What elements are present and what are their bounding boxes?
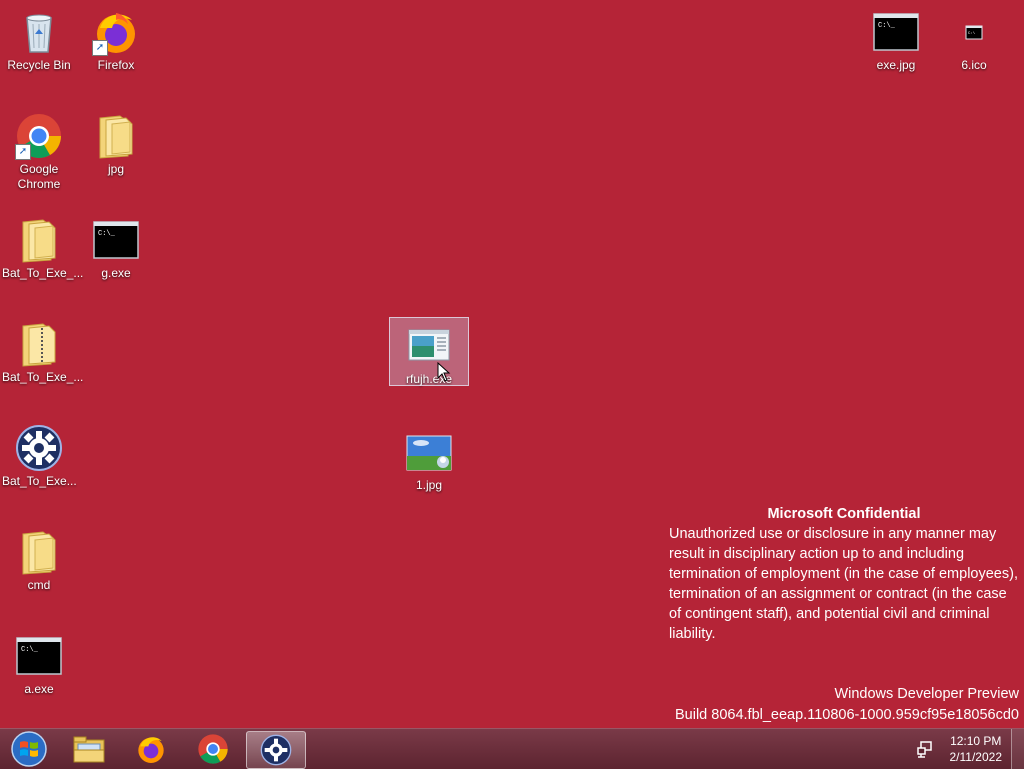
clock-time: 12:10 PM (950, 734, 1002, 748)
file-explorer-icon (73, 736, 105, 763)
a-exe-icon-tile[interactable]: C:\_ a.exe (0, 628, 78, 697)
image-thumbnail-icon (405, 428, 453, 476)
bat-to-exe-zip-label: Bat_To_Exe_... (2, 370, 84, 384)
firefox-taskbar-button[interactable] (122, 731, 180, 767)
folder-icon (92, 112, 140, 160)
file-explorer-taskbar-button[interactable] (60, 731, 118, 767)
svg-text:C:\_: C:\_ (21, 646, 39, 654)
show-desktop-button[interactable] (1011, 729, 1024, 769)
jpg-folder-icon-tile[interactable]: jpg (77, 108, 155, 177)
firefox-icon (138, 737, 164, 763)
bat-to-exe-folder-label: Bat_To_Exe_... (2, 266, 84, 280)
chrome-icon (198, 734, 228, 764)
firefox-desktop-icon-tile[interactable]: ➚ Firefox (77, 4, 155, 73)
taskbar-clock[interactable]: 12:10 PM 2/11/2022 (950, 733, 1003, 765)
network-tray-icon[interactable] (916, 740, 934, 758)
firefox-icon: ➚ (92, 8, 140, 56)
firefox-label: Firefox (97, 58, 135, 72)
shortcut-arrow-icon: ➚ (92, 40, 108, 56)
folder-icon (15, 528, 63, 576)
build-watermark: Windows Developer Preview Build 8064.fbl… (675, 684, 1019, 726)
start-button[interactable] (0, 731, 58, 767)
cmd-folder-label: cmd (27, 578, 51, 592)
a-exe-label: a.exe (24, 682, 54, 696)
cmd-folder-icon-tile[interactable]: cmd (0, 524, 78, 593)
google-chrome-icon-tile[interactable]: ➚ Google Chrome (0, 108, 78, 192)
confidential-notice: Microsoft Confidential Unauthorized use … (669, 504, 1019, 644)
recycle-bin-icon (15, 8, 63, 56)
g-exe-label: g.exe (101, 266, 131, 280)
bat-to-exe-app-icon-tile[interactable]: Bat_To_Exe... (0, 420, 78, 489)
clock-date: 2/11/2022 (949, 750, 1003, 764)
taskbar: 12:10 PM 2/11/2022 (0, 728, 1024, 769)
svg-text:C:\_: C:\_ (878, 22, 896, 30)
recycle-bin-icon-tile[interactable]: Recycle Bin (0, 4, 78, 73)
confidential-body: Unauthorized use or disclosure in any ma… (669, 526, 1018, 642)
6-ico-label: 6.ico (961, 58, 987, 72)
os-name-text: Windows Developer Preview (834, 686, 1019, 702)
console-small-icon: C:\ (950, 8, 998, 56)
exe-jpg-label: exe.jpg (876, 58, 916, 72)
google-chrome-label: Google Chrome (17, 162, 61, 191)
rfujh-exe-label: rfujh.exe (405, 372, 453, 386)
bat-to-exe-folder-icon-tile[interactable]: Bat_To_Exe_... (0, 212, 84, 281)
exe-jpg-icon-tile[interactable]: C:\_ exe.jpg (857, 4, 935, 73)
bat-to-exe-app-label: Bat_To_Exe... (2, 474, 77, 488)
build-string-text: Build 8064.fbl_eeap.110806-1000.959cf95e… (674, 707, 1019, 723)
zip-folder-icon (15, 320, 63, 368)
gear-icon (260, 734, 292, 766)
bat-to-exe-zip-icon-tile[interactable]: Bat_To_Exe_... (0, 316, 84, 385)
mouse-cursor-icon (437, 361, 451, 387)
chrome-taskbar-button[interactable] (184, 731, 242, 767)
gear-icon (15, 424, 63, 472)
console-app-icon: C:\_ (15, 632, 63, 680)
shortcut-arrow-icon: ➚ (15, 144, 31, 160)
console-app-icon: C:\_ (872, 8, 920, 56)
1-jpg-label: 1.jpg (415, 478, 443, 492)
windows-logo-icon (11, 731, 47, 767)
rfujh-exe-icon-tile[interactable]: rfujh.exe (389, 317, 469, 386)
bat-to-exe-taskbar-button[interactable] (246, 731, 306, 769)
console-app-icon: C:\_ (92, 216, 140, 264)
1-jpg-icon-tile[interactable]: 1.jpg (390, 424, 468, 493)
recycle-bin-label: Recycle Bin (7, 58, 71, 72)
chrome-icon: ➚ (15, 112, 63, 160)
svg-text:C:\: C:\ (968, 31, 976, 36)
6-ico-icon-tile[interactable]: C:\ 6.ico (935, 4, 1013, 73)
g-exe-icon-tile[interactable]: C:\_ g.exe (77, 212, 155, 281)
jpg-folder-label: jpg (107, 162, 124, 176)
svg-text:C:\_: C:\_ (98, 230, 116, 238)
folder-icon (15, 216, 63, 264)
confidential-title: Microsoft Confidential (767, 506, 921, 522)
